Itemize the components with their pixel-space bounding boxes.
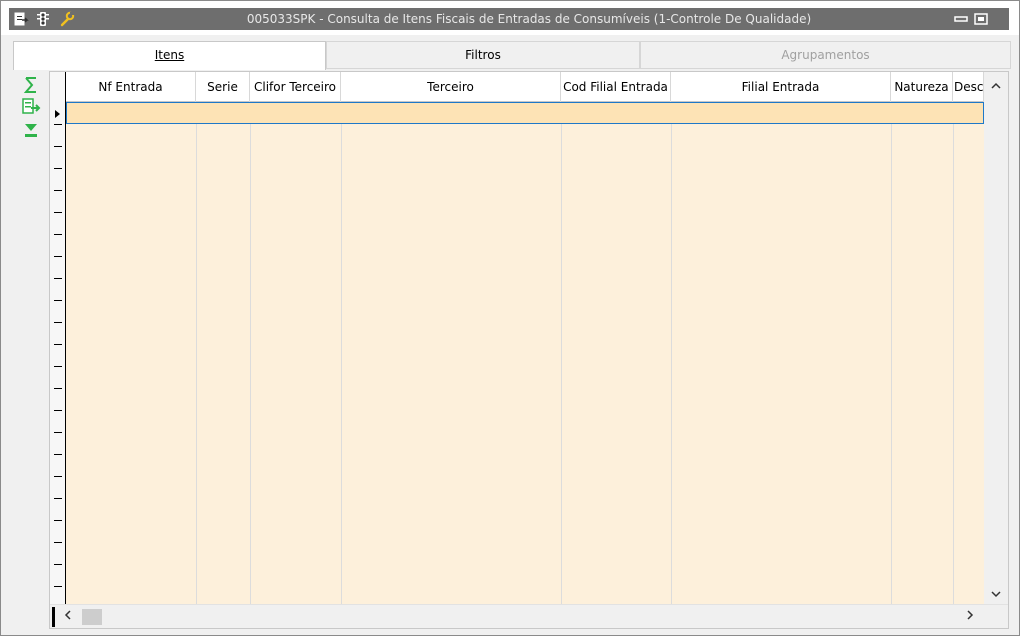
row-indicator-column <box>50 72 66 604</box>
row-marker <box>54 542 62 543</box>
row-marker <box>54 498 62 499</box>
row-marker <box>54 520 62 521</box>
download-icon[interactable] <box>21 121 43 141</box>
column-divider <box>561 102 562 604</box>
chevron-up-icon <box>991 82 1001 89</box>
row-marker <box>54 344 62 345</box>
scrollbar-edge <box>52 607 55 627</box>
row-marker <box>54 256 62 257</box>
side-toolbar <box>21 73 47 153</box>
row-marker <box>54 168 62 169</box>
tab-filtros[interactable]: Filtros <box>326 41 640 69</box>
tab-itens-label: Itens <box>154 48 185 62</box>
col-header-cod-filial-entrada[interactable]: Cod Filial Entrada <box>561 72 671 102</box>
minimize-icon[interactable] <box>953 11 969 27</box>
tab-agrupamentos[interactable]: Agrupamentos <box>640 41 1011 69</box>
tab-agrupamentos-label: Agrupamentos <box>781 48 870 62</box>
scroll-up-button[interactable] <box>984 76 1008 98</box>
grid-header: Nf Entrada Serie Clifor Terceiro Terceir… <box>66 72 984 102</box>
col-header-desc[interactable]: Desc <box>953 72 984 102</box>
row-marker <box>54 300 62 301</box>
column-divider <box>891 102 892 604</box>
row-marker <box>54 124 62 125</box>
window-title: 005033SPK - Consulta de Itens Fiscais de… <box>246 12 812 26</box>
scroll-down-button[interactable] <box>984 584 1008 606</box>
col-header-nf-entrada[interactable]: Nf Entrada <box>66 72 196 102</box>
row-marker <box>54 410 62 411</box>
row-marker <box>54 146 62 147</box>
scroll-right-button[interactable] <box>960 605 980 629</box>
row-marker <box>54 564 62 565</box>
col-header-terceiro[interactable]: Terceiro <box>341 72 561 102</box>
row-marker <box>54 212 62 213</box>
vertical-scrollbar[interactable] <box>984 72 1008 604</box>
items-grid[interactable]: Nf Entrada Serie Clifor Terceiro Terceir… <box>49 71 1009 629</box>
selected-row[interactable] <box>66 102 984 124</box>
row-marker <box>54 476 62 477</box>
title-bar: 005033SPK - Consulta de Itens Fiscais de… <box>1 1 1019 35</box>
row-marker <box>54 322 62 323</box>
tab-filtros-label: Filtros <box>465 48 501 62</box>
grid-body[interactable] <box>66 102 984 604</box>
chevron-down-icon <box>991 591 1001 598</box>
app-window: 005033SPK - Consulta de Itens Fiscais de… <box>0 0 1020 636</box>
title-bar-inner: 005033SPK - Consulta de Itens Fiscais de… <box>9 8 1009 30</box>
col-header-clifor-terceiro[interactable]: Clifor Terceiro <box>250 72 341 102</box>
sum-icon[interactable] <box>21 75 43 95</box>
row-marker <box>54 190 62 191</box>
col-header-natureza[interactable]: Natureza <box>891 72 953 102</box>
column-divider <box>671 102 672 604</box>
column-divider <box>250 102 251 604</box>
column-divider <box>196 102 197 604</box>
row-marker <box>54 432 62 433</box>
chevron-right-icon <box>967 610 974 620</box>
tab-itens[interactable]: Itens <box>13 41 326 70</box>
row-marker <box>54 454 62 455</box>
row-marker <box>54 586 62 587</box>
horizontal-scroll-thumb[interactable] <box>82 609 102 625</box>
row-marker <box>54 388 62 389</box>
row-marker <box>54 366 62 367</box>
column-divider <box>341 102 342 604</box>
tab-bar: Itens Filtros Agrupamentos <box>13 41 1011 70</box>
col-header-serie[interactable]: Serie <box>196 72 250 102</box>
col-header-filial-entrada[interactable]: Filial Entrada <box>671 72 891 102</box>
horizontal-scrollbar[interactable] <box>50 604 1008 628</box>
row-marker <box>54 234 62 235</box>
export-icon[interactable] <box>21 97 43 117</box>
current-row-indicator-icon <box>55 110 60 118</box>
row-marker <box>54 278 62 279</box>
scroll-left-button[interactable] <box>58 605 78 629</box>
column-divider <box>953 102 954 604</box>
maximize-icon[interactable] <box>973 11 989 27</box>
chevron-left-icon <box>64 610 71 620</box>
